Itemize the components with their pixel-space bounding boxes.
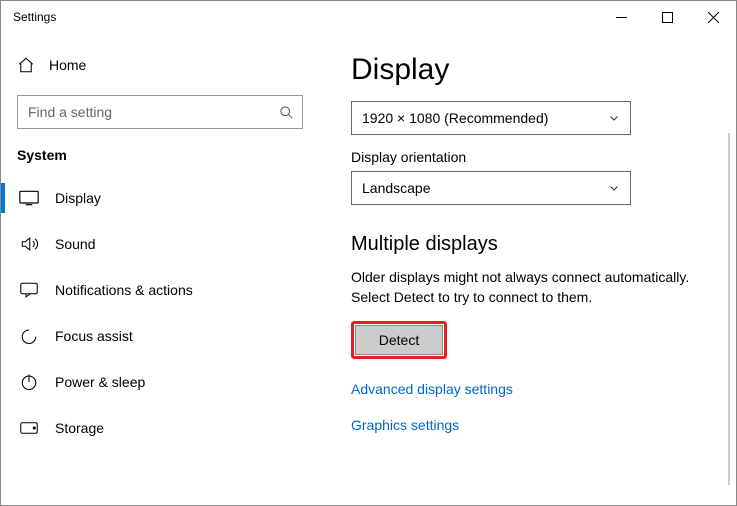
home-icon xyxy=(17,56,35,74)
chevron-down-icon xyxy=(608,182,620,194)
sidebar-item-sound[interactable]: Sound xyxy=(1,221,319,267)
sidebar-item-label: Display xyxy=(55,190,101,206)
maximize-icon xyxy=(662,12,673,23)
focus-assist-icon xyxy=(19,327,39,345)
sidebar-item-label: Sound xyxy=(55,236,95,252)
orientation-value: Landscape xyxy=(362,180,431,196)
window-title: Settings xyxy=(13,10,56,24)
home-label: Home xyxy=(49,57,86,73)
sidebar-item-label: Notifications & actions xyxy=(55,282,193,298)
storage-icon xyxy=(19,421,39,435)
maximize-button[interactable] xyxy=(644,1,690,33)
minimize-button[interactable] xyxy=(598,1,644,33)
close-button[interactable] xyxy=(690,1,736,33)
titlebar: Settings xyxy=(1,1,736,33)
multiple-displays-heading: Multiple displays xyxy=(351,233,704,256)
section-label: System xyxy=(17,147,303,163)
search-input[interactable] xyxy=(26,103,279,121)
chevron-down-icon xyxy=(608,112,620,124)
close-icon xyxy=(708,12,719,23)
window-body: Home System Display xyxy=(1,33,736,505)
sidebar: Home System Display xyxy=(1,33,319,505)
sidebar-item-label: Focus assist xyxy=(55,328,133,344)
sidebar-item-notifications[interactable]: Notifications & actions xyxy=(1,267,319,313)
main-content: Display 1920 × 1080 (Recommended) Displa… xyxy=(319,33,736,505)
sidebar-item-power-sleep[interactable]: Power & sleep xyxy=(1,359,319,405)
titlebar-controls xyxy=(598,1,736,33)
notifications-icon xyxy=(19,282,39,298)
sound-icon xyxy=(19,235,39,253)
sidebar-item-focus-assist[interactable]: Focus assist xyxy=(1,313,319,359)
minimize-icon xyxy=(616,12,627,23)
page-title: Display xyxy=(351,53,704,87)
scrollbar[interactable] xyxy=(728,133,730,485)
sidebar-item-display[interactable]: Display xyxy=(1,175,319,221)
detect-highlight: Detect xyxy=(351,321,447,359)
detect-label: Detect xyxy=(379,332,419,348)
settings-window: Settings Home xyxy=(0,0,737,506)
multiple-displays-text: Older displays might not always connect … xyxy=(351,268,701,307)
search-box[interactable] xyxy=(17,95,303,129)
display-icon xyxy=(19,190,39,206)
graphics-settings-link[interactable]: Graphics settings xyxy=(351,417,704,433)
orientation-label: Display orientation xyxy=(351,149,704,165)
sidebar-item-storage[interactable]: Storage xyxy=(1,405,319,451)
home-link[interactable]: Home xyxy=(17,43,303,87)
nav-list: Display Sound Notifications & actions xyxy=(1,175,319,451)
resolution-value: 1920 × 1080 (Recommended) xyxy=(362,110,548,126)
detect-button[interactable]: Detect xyxy=(355,325,443,355)
sidebar-item-label: Power & sleep xyxy=(55,374,145,390)
resolution-dropdown[interactable]: 1920 × 1080 (Recommended) xyxy=(351,101,631,135)
advanced-display-settings-link[interactable]: Advanced display settings xyxy=(351,381,704,397)
sidebar-item-label: Storage xyxy=(55,420,104,436)
search-icon xyxy=(279,105,294,120)
power-icon xyxy=(19,373,39,391)
orientation-dropdown[interactable]: Landscape xyxy=(351,171,631,205)
